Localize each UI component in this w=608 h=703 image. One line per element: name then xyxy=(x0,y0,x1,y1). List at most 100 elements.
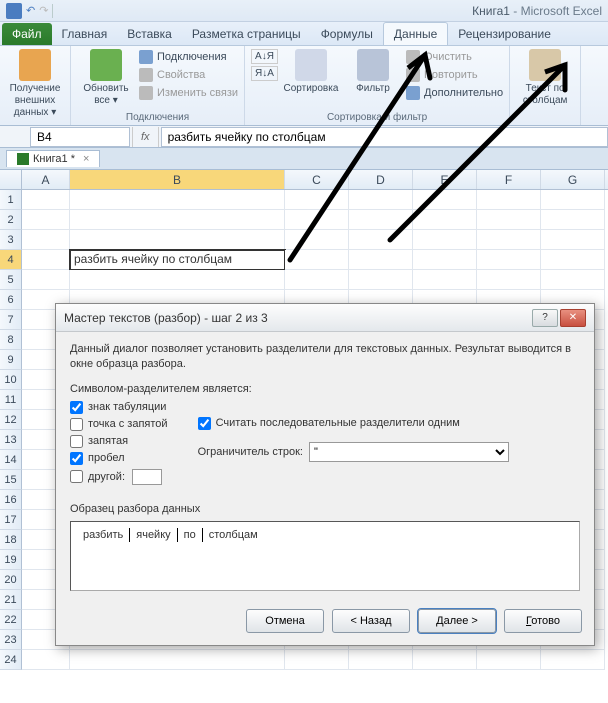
cell[interactable] xyxy=(70,210,285,230)
chk-semicolon-input[interactable] xyxy=(70,418,83,431)
cell[interactable] xyxy=(22,230,70,250)
cell[interactable] xyxy=(349,190,413,210)
cell[interactable] xyxy=(413,250,477,270)
col-header-a[interactable]: A xyxy=(22,170,70,189)
formula-input[interactable] xyxy=(161,127,608,147)
cell[interactable] xyxy=(541,190,605,210)
sort-az-icon[interactable]: А↓Я xyxy=(251,49,278,64)
col-header-c[interactable]: C xyxy=(285,170,349,189)
cell[interactable] xyxy=(349,230,413,250)
tab-formulas[interactable]: Формулы xyxy=(311,23,383,45)
cell[interactable] xyxy=(413,230,477,250)
row-header[interactable]: 4 xyxy=(0,250,22,270)
get-external-data-button[interactable]: Получение внешних данных ▾ xyxy=(6,49,64,119)
cell[interactable] xyxy=(70,650,285,670)
cell[interactable]: разбить ячейку по столбцам xyxy=(70,250,285,270)
col-header-g[interactable]: G xyxy=(541,170,605,189)
cell[interactable] xyxy=(477,250,541,270)
cell[interactable] xyxy=(541,650,605,670)
cell[interactable] xyxy=(541,270,605,290)
cell[interactable] xyxy=(22,270,70,290)
cell[interactable] xyxy=(22,190,70,210)
chk-comma-input[interactable] xyxy=(70,435,83,448)
cell[interactable] xyxy=(477,210,541,230)
row-header[interactable]: 13 xyxy=(0,430,22,450)
chk-tab-input[interactable] xyxy=(70,401,83,414)
row-header[interactable]: 3 xyxy=(0,230,22,250)
close-icon[interactable]: × xyxy=(83,153,89,165)
chk-tab[interactable]: знак табуляции xyxy=(70,401,168,414)
other-delim-input[interactable] xyxy=(132,469,162,485)
row-header[interactable]: 5 xyxy=(0,270,22,290)
save-icon[interactable] xyxy=(6,3,22,19)
cancel-button[interactable]: Отмена xyxy=(246,609,324,633)
row-header[interactable]: 2 xyxy=(0,210,22,230)
cell[interactable] xyxy=(22,650,70,670)
row-header[interactable]: 19 xyxy=(0,550,22,570)
col-header-f[interactable]: F xyxy=(477,170,541,189)
back-button[interactable]: < < НазадНазад xyxy=(332,609,410,633)
chk-consecutive[interactable]: Считать последовательные разделители одн… xyxy=(198,417,509,430)
refresh-all-button[interactable]: Обновить все ▾ xyxy=(77,49,135,107)
row-header[interactable]: 8 xyxy=(0,330,22,350)
chk-consecutive-input[interactable] xyxy=(198,417,211,430)
redo-icon[interactable]: ↷ xyxy=(39,4,48,17)
cell[interactable] xyxy=(477,230,541,250)
col-header-e[interactable]: E xyxy=(413,170,477,189)
row-header[interactable]: 10 xyxy=(0,370,22,390)
row-header[interactable]: 11 xyxy=(0,390,22,410)
chk-comma[interactable]: запятая xyxy=(70,435,168,448)
cell[interactable] xyxy=(22,250,70,270)
cell[interactable] xyxy=(70,270,285,290)
workbook-tab[interactable]: Книга1 * × xyxy=(6,150,100,167)
cell[interactable] xyxy=(349,210,413,230)
cell[interactable] xyxy=(541,210,605,230)
cell[interactable] xyxy=(541,250,605,270)
col-header-b[interactable]: B xyxy=(70,170,285,189)
row-header[interactable]: 16 xyxy=(0,490,22,510)
sort-button[interactable]: Сортировка xyxy=(282,49,340,101)
select-all-corner[interactable] xyxy=(0,170,22,189)
cell[interactable] xyxy=(70,190,285,210)
cell[interactable] xyxy=(477,650,541,670)
chk-space-input[interactable] xyxy=(70,452,83,465)
dialog-titlebar[interactable]: Мастер текстов (разбор) - шаг 2 из 3 ? ✕ xyxy=(56,304,594,332)
cell[interactable] xyxy=(285,190,349,210)
cell[interactable] xyxy=(413,210,477,230)
row-header[interactable]: 6 xyxy=(0,290,22,310)
name-box[interactable] xyxy=(30,127,130,147)
row-header[interactable]: 20 xyxy=(0,570,22,590)
chk-other-input[interactable] xyxy=(70,470,83,483)
dialog-close-button[interactable]: ✕ xyxy=(560,309,586,327)
cell[interactable] xyxy=(477,270,541,290)
cell[interactable] xyxy=(477,190,541,210)
row-header[interactable]: 15 xyxy=(0,470,22,490)
tab-review[interactable]: Рецензирование xyxy=(448,23,561,45)
row-header[interactable]: 9 xyxy=(0,350,22,370)
connections-button[interactable]: Подключения xyxy=(139,49,238,65)
cell[interactable] xyxy=(285,250,349,270)
filter-button[interactable]: Фильтр xyxy=(344,49,402,101)
cell[interactable] xyxy=(285,230,349,250)
row-header[interactable]: 14 xyxy=(0,450,22,470)
row-header[interactable]: 7 xyxy=(0,310,22,330)
cell[interactable] xyxy=(349,650,413,670)
row-header[interactable]: 22 xyxy=(0,610,22,630)
cell[interactable] xyxy=(70,230,285,250)
cell[interactable] xyxy=(285,210,349,230)
row-header[interactable]: 21 xyxy=(0,590,22,610)
cell[interactable] xyxy=(413,270,477,290)
help-button[interactable]: ? xyxy=(532,309,558,327)
row-header[interactable]: 1 xyxy=(0,190,22,210)
undo-icon[interactable]: ↶ xyxy=(26,4,35,17)
tab-home[interactable]: Главная xyxy=(52,23,118,45)
cell[interactable] xyxy=(413,190,477,210)
tab-insert[interactable]: Вставка xyxy=(117,23,182,45)
text-to-columns-button[interactable]: Текст по столбцам xyxy=(516,49,574,107)
row-header[interactable]: 17 xyxy=(0,510,22,530)
tab-file[interactable]: Файл xyxy=(2,23,52,45)
chk-space[interactable]: пробел xyxy=(70,452,168,465)
tab-page-layout[interactable]: Разметка страницы xyxy=(182,23,311,45)
chk-semicolon[interactable]: точка с запятой xyxy=(70,418,168,431)
fx-icon[interactable]: fx xyxy=(132,127,159,147)
